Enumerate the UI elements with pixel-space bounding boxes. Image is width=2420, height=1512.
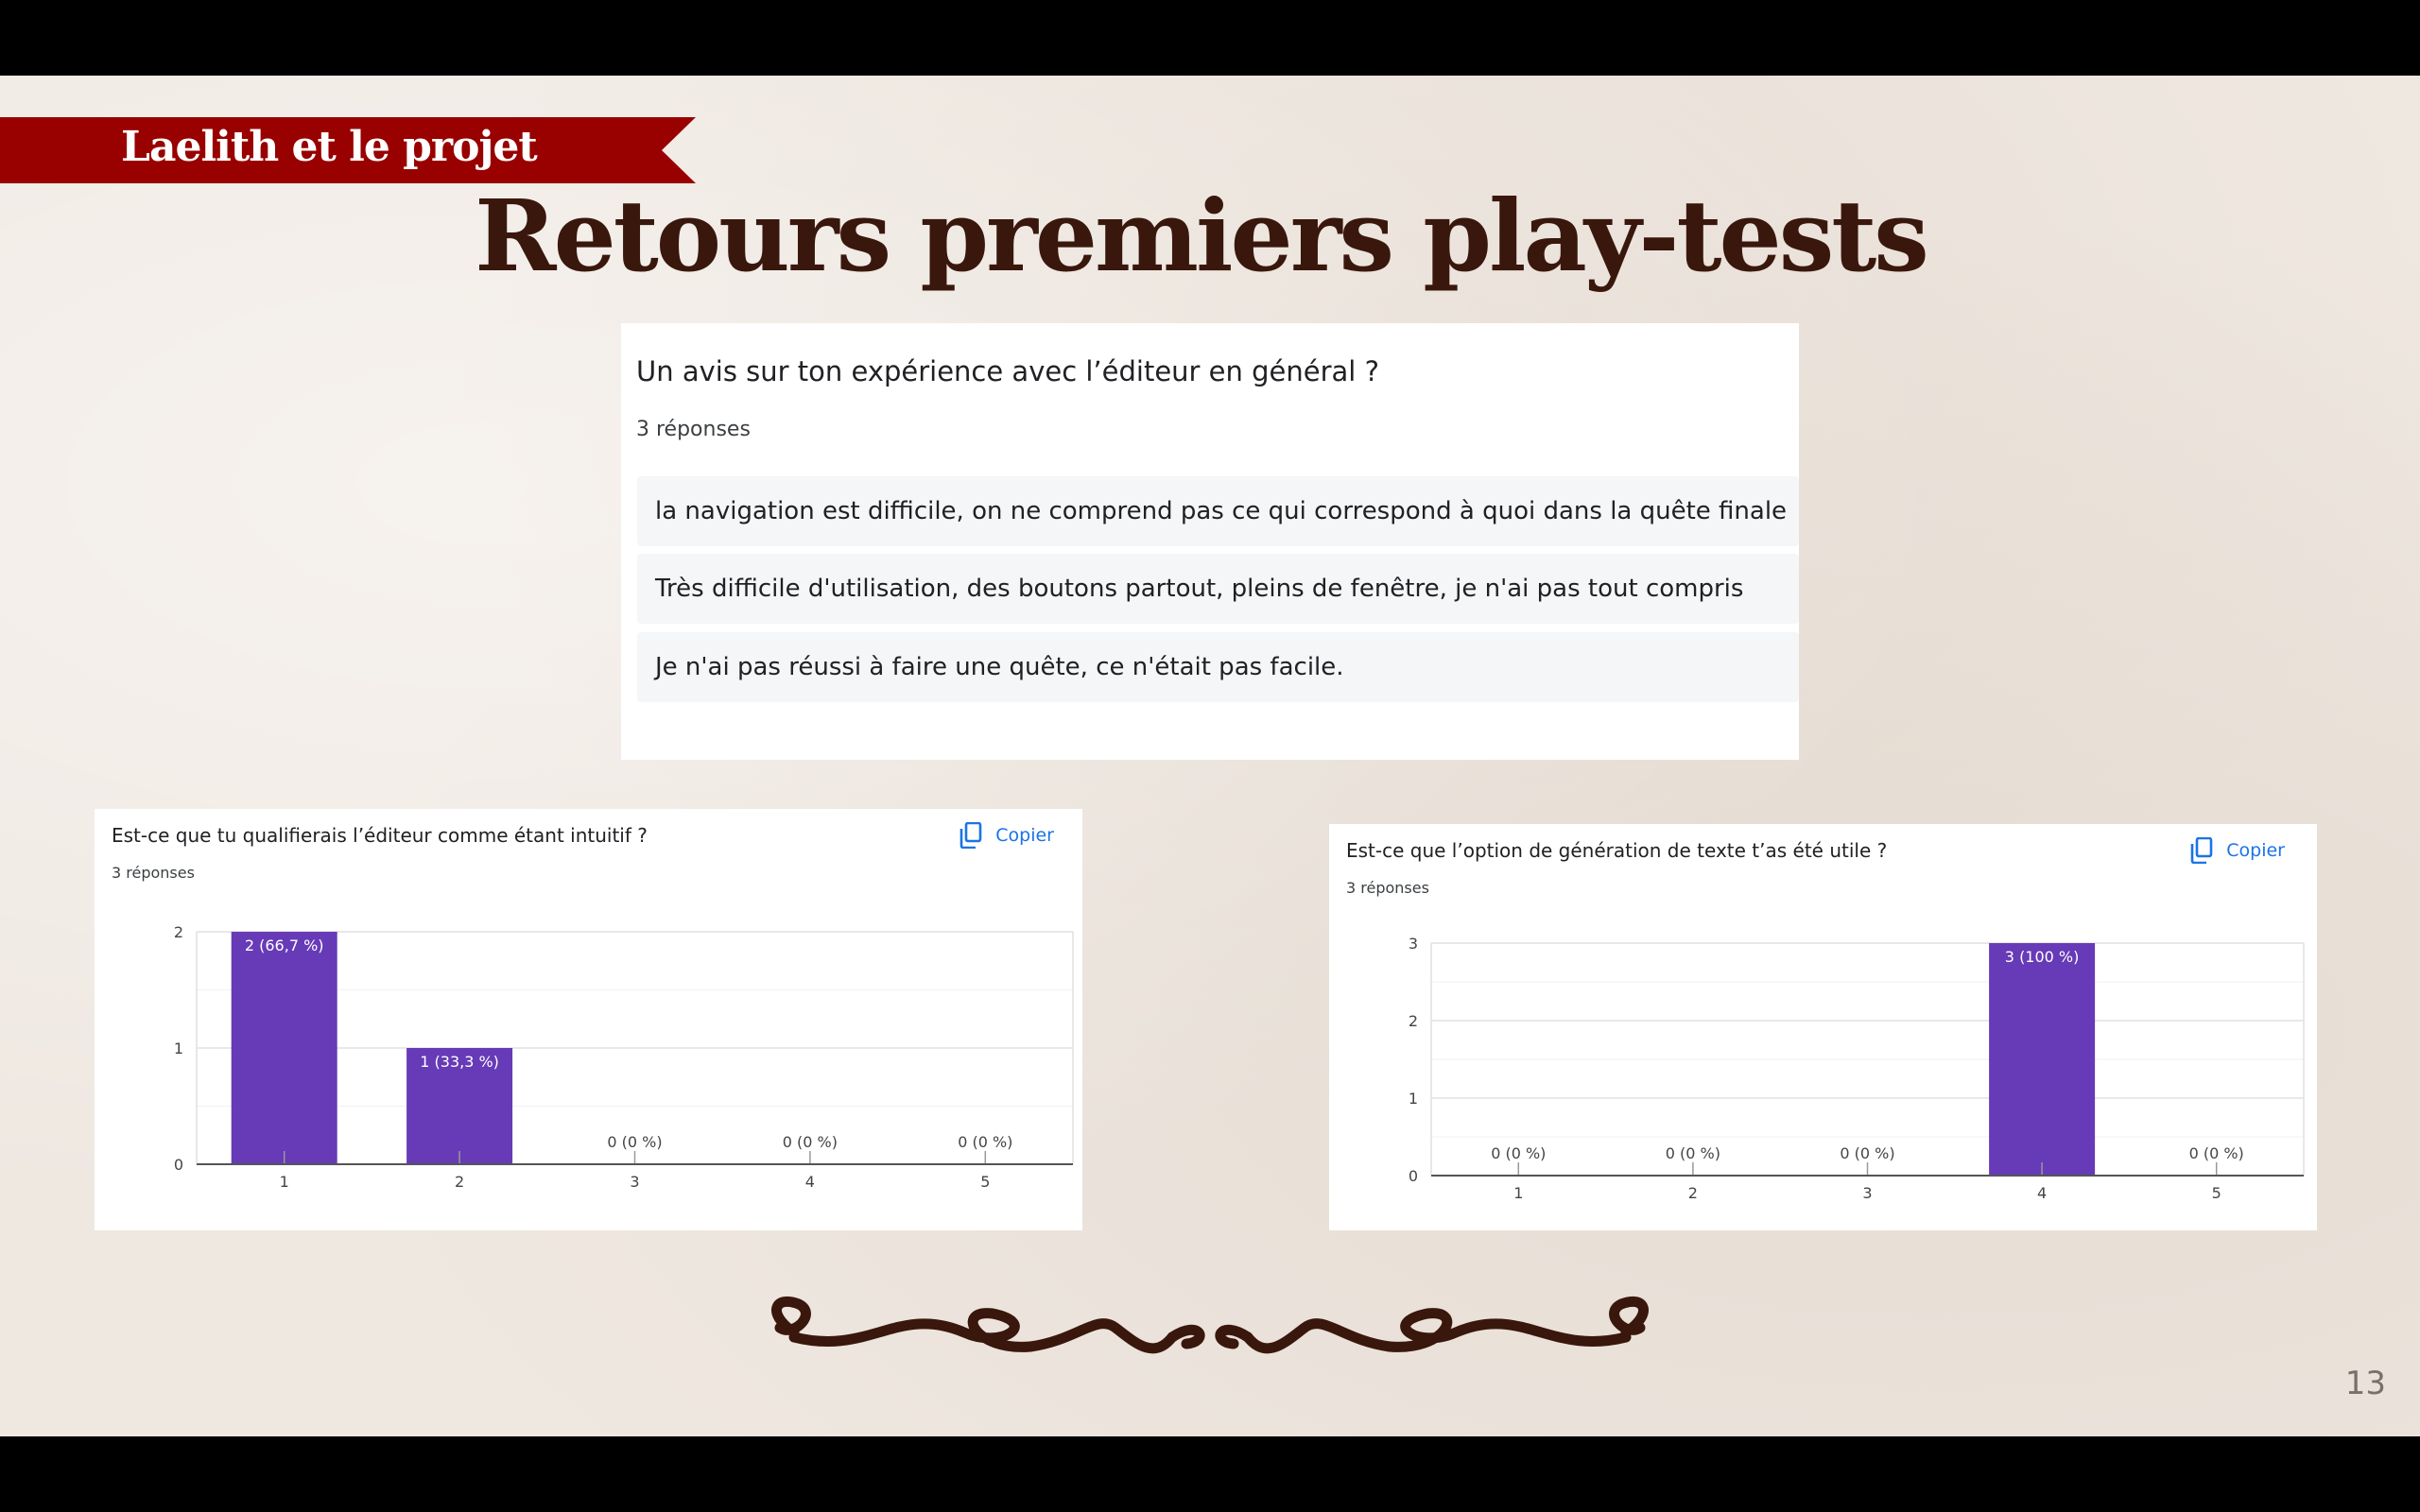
y-tick-label: 0	[1409, 1167, 1418, 1185]
question-title: Un avis sur ton expérience avec l’éditeu…	[636, 355, 1379, 387]
chart-card-generation: Est-ce que l’option de génération de tex…	[1329, 824, 2317, 1230]
data-label: 2 (66,7 %)	[245, 936, 324, 954]
data-label: 3 (100 %)	[2005, 948, 2080, 966]
data-label: 0 (0 %)	[1840, 1144, 1894, 1162]
y-tick-label: 3	[1409, 935, 1418, 953]
x-tick-label: 3	[630, 1173, 639, 1191]
section-label: Laelith et le projet	[121, 123, 538, 171]
y-tick-label: 2	[174, 923, 183, 941]
data-label: 0 (0 %)	[958, 1133, 1012, 1151]
y-tick-label: 1	[1409, 1090, 1418, 1108]
x-tick-label: 4	[805, 1173, 815, 1191]
x-tick-label: 2	[1688, 1184, 1698, 1202]
x-tick-label: 5	[980, 1173, 990, 1191]
y-tick-label: 2	[1409, 1012, 1418, 1030]
answer-item: Très difficile d'utilisation, des bouton…	[637, 554, 1799, 624]
data-label: 1 (33,3 %)	[420, 1053, 499, 1071]
x-tick-label: 5	[2212, 1184, 2221, 1202]
y-tick-label: 0	[174, 1156, 183, 1174]
data-label: 0 (0 %)	[783, 1133, 838, 1151]
x-tick-label: 1	[280, 1173, 289, 1191]
bar-chart-intuitif: 0 1 2 2 (66,7 %) 1 1 (33,3 %) 2 0 (0 %) 3 0 (0 %)…	[174, 923, 1074, 1191]
y-tick-label: 1	[174, 1040, 183, 1057]
data-label: 0 (0 %)	[607, 1133, 662, 1151]
slide: Laelith et le projet Retours premiers pl…	[0, 76, 2420, 1436]
page-number: 13	[2344, 1365, 2386, 1402]
bar	[231, 932, 337, 1164]
page-title: Retours premiers play-tests	[475, 178, 1929, 294]
text-answers-panel: Un avis sur ton expérience avec l’éditeu…	[621, 323, 1799, 760]
bar-chart-generation: 0 1 2 3 0 (0 %) 1 0 (0 %) 2 0 (0 %) 3 3 (100 %) 4 0 …	[1409, 935, 2305, 1202]
x-tick-label: 1	[1513, 1184, 1523, 1202]
decorative-flourish	[771, 1296, 1649, 1354]
response-count: 3 réponses	[636, 418, 751, 441]
x-tick-label: 4	[2037, 1184, 2047, 1202]
bar	[1989, 943, 2096, 1176]
x-tick-label: 3	[1862, 1184, 1872, 1202]
answer-item: Je n'ai pas réussi à faire une quête, ce…	[637, 632, 1799, 702]
x-tick-label: 2	[455, 1173, 464, 1191]
data-label: 0 (0 %)	[2189, 1144, 2244, 1162]
data-label: 0 (0 %)	[1491, 1144, 1546, 1162]
data-label: 0 (0 %)	[1666, 1144, 1720, 1162]
chart-card-intuitif: Est-ce que tu qualifierais l’éditeur com…	[95, 809, 1082, 1230]
answer-item: la navigation est difficile, on ne compr…	[637, 476, 1799, 546]
